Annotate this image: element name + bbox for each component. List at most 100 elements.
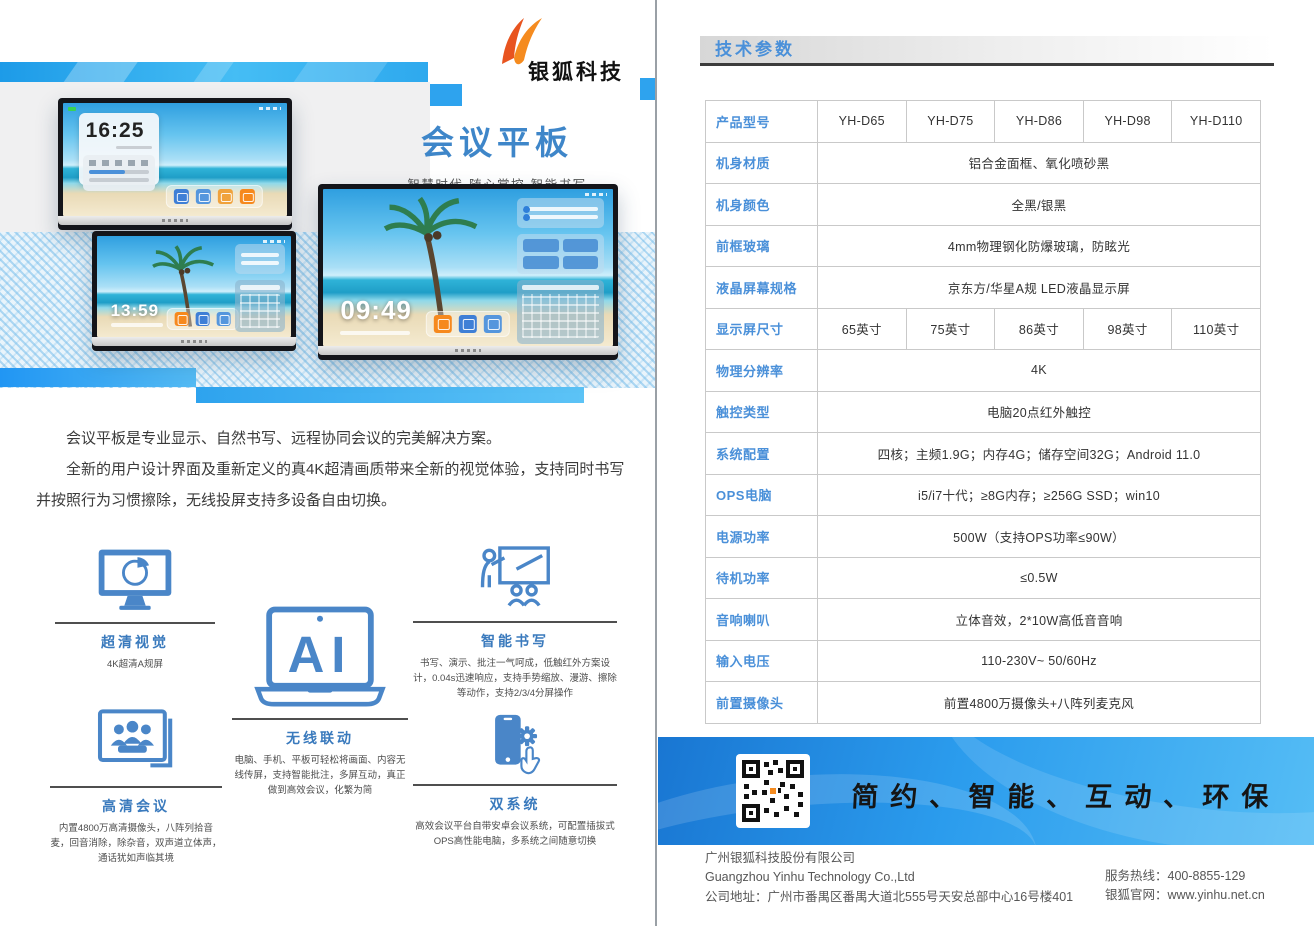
presenter-icon bbox=[413, 545, 617, 613]
panel-screen: 13:59 bbox=[97, 236, 291, 337]
spec-label: 系统配置 bbox=[706, 433, 818, 475]
spec-value: ≤0.5W bbox=[818, 557, 1261, 599]
company-address: 公司地址：广州市番禺区番禺大道北555号天安总部中心16号楼401 bbox=[705, 888, 1085, 907]
laptop-ai-icon: AI bbox=[232, 606, 408, 710]
spec-label: 前框玻璃 bbox=[706, 225, 818, 267]
panel-screen: 16:25 bbox=[63, 103, 287, 216]
qr-code bbox=[736, 754, 810, 828]
feature-hd-meeting: 高清会议 内置4800万高清摄像头，八阵列拾音麦，回音消除，除杂音，双声道立体声… bbox=[50, 706, 222, 867]
spec-value: 全黑/银黑 bbox=[818, 184, 1261, 226]
table-row: 前框玻璃 4mm物理钢化防爆玻璃，防眩光 bbox=[706, 225, 1261, 267]
bottom-blue-band bbox=[196, 387, 584, 403]
monitor-pie-icon bbox=[55, 548, 215, 614]
spec-value: 4mm物理钢化防爆玻璃，防眩光 bbox=[818, 225, 1261, 267]
spec-label: 显示屏尺寸 bbox=[706, 308, 818, 350]
spec-label: 物理分辨率 bbox=[706, 350, 818, 392]
table-row: 机身材质 铝合金面框、氧化喷砂黑 bbox=[706, 142, 1261, 184]
spec-value: 500W（支持OPS功率≤90W） bbox=[818, 516, 1261, 558]
spec-value: 前置4800万摄像头+八阵列麦克风 bbox=[818, 682, 1261, 724]
spec-value: 110英寸 bbox=[1172, 308, 1261, 350]
footer-company-block: 广州银狐科技股份有限公司 Guangzhou Yinhu Technology … bbox=[705, 849, 1085, 907]
spec-value: YH-D75 bbox=[906, 101, 995, 143]
feature-ultra-hd: 超清视觉 4K超清A规屏 bbox=[55, 548, 215, 672]
spec-value: YH-D98 bbox=[1083, 101, 1172, 143]
page-title: 会议平板 bbox=[352, 116, 642, 164]
slogan-banner: 简约、智能、互动、环保 bbox=[658, 737, 1314, 845]
section-header: 技术参数 bbox=[700, 36, 1274, 66]
title-block: 会议平板 智慧时代·随心掌控·智能书写 bbox=[352, 116, 642, 193]
spec-label: 机身材质 bbox=[706, 142, 818, 184]
feature-desc: 书写、演示、批注一气呵成，低触红外方案设计，0.04s迅速响应，支持手势缩放、漫… bbox=[413, 656, 617, 702]
spec-label: 待机功率 bbox=[706, 557, 818, 599]
spec-label: 电源功率 bbox=[706, 516, 818, 558]
table-row: 待机功率 ≤0.5W bbox=[706, 557, 1261, 599]
table-row: 输入电压 110-230V~ 50/60Hz bbox=[706, 640, 1261, 682]
side-widgets bbox=[517, 198, 604, 344]
spec-value: 电脑20点红外触控 bbox=[818, 391, 1261, 433]
feature-title: 高清会议 bbox=[50, 796, 222, 816]
company-name-cn: 广州银狐科技股份有限公司 bbox=[705, 849, 1085, 868]
spec-value: 立体音效，2*10W高低音音响 bbox=[818, 599, 1261, 641]
panel-screen: 09:49 bbox=[323, 189, 613, 346]
top-blue-band bbox=[0, 62, 428, 82]
feature-title: 双系统 bbox=[413, 794, 617, 814]
intro-paragraph-1: 会议平板是专业显示、自然书写、远程协同会议的完美解决方案。 bbox=[36, 424, 638, 455]
panel-speaker-bar bbox=[318, 346, 618, 355]
panel-clock: 09:49 bbox=[340, 295, 412, 326]
toggle-widget bbox=[517, 234, 604, 274]
panel-speaker-bar bbox=[92, 337, 296, 346]
brochure-page: 银狐科技 会议平板 智慧时代·随心掌控·智能书写 16:25 bbox=[0, 0, 1314, 926]
spec-value: 京东方/华星A规 LED液晶显示屏 bbox=[818, 267, 1261, 309]
bottom-blue-band bbox=[0, 368, 196, 387]
calendar-widget bbox=[517, 280, 604, 344]
spec-value: 4K bbox=[818, 350, 1261, 392]
table-row: 音响喇叭 立体音效，2*10W高低音音响 bbox=[706, 599, 1261, 641]
brand-logo: 银狐科技 bbox=[488, 14, 658, 86]
service-hotline: 服务热线：400-8855-129 bbox=[1105, 867, 1285, 886]
table-row: 系统配置 四核；主频1.9G；内存4G；储存空间32G；Android 11.0 bbox=[706, 433, 1261, 475]
right-page: 技术参数 产品型号 YH-D65 YH-D75 YH-D86 YH-D98 YH… bbox=[658, 0, 1314, 926]
product-panel-medium: 13:59 bbox=[92, 231, 296, 351]
panel-clock: 13:59 bbox=[111, 301, 159, 321]
panel-speaker-bar bbox=[58, 216, 292, 225]
logo-text: 银狐科技 bbox=[528, 56, 624, 86]
spec-value: 98英寸 bbox=[1083, 308, 1172, 350]
spec-label: 产品型号 bbox=[706, 101, 818, 143]
video-meeting-icon bbox=[50, 706, 222, 778]
feature-wireless: AI 无线联动 电脑、手机、平板可轻松将画面、内容无线传屏，支持智能批注，多屏互… bbox=[232, 606, 408, 799]
section-title: 技术参数 bbox=[700, 36, 795, 64]
spec-label: 输入电压 bbox=[706, 640, 818, 682]
spec-value: i5/i7十代；≥8G内存；≥256G SSD；win10 bbox=[818, 474, 1261, 516]
spec-value: YH-D110 bbox=[1172, 101, 1261, 143]
table-row: 液晶屏幕规格 京东方/华星A规 LED液晶显示屏 bbox=[706, 267, 1261, 309]
spec-table: 产品型号 YH-D65 YH-D75 YH-D86 YH-D98 YH-D110… bbox=[705, 100, 1261, 724]
feature-dual-system: 双系统 高效会议平台自带安卓会议系统，可配置插拔式OPS高性能电脑，多系统之间随… bbox=[413, 712, 617, 849]
spec-value: 110-230V~ 50/60Hz bbox=[818, 640, 1261, 682]
side-widgets bbox=[235, 244, 285, 332]
app-dock bbox=[167, 308, 239, 330]
spec-value: 四核；主频1.9G；内存4G；储存空间32G；Android 11.0 bbox=[818, 433, 1261, 475]
clock-widget: 16:25 bbox=[79, 113, 160, 185]
spec-value: YH-D86 bbox=[995, 101, 1084, 143]
spec-label: OPS电脑 bbox=[706, 474, 818, 516]
spec-value: 86英寸 bbox=[995, 308, 1084, 350]
intro-text: 会议平板是专业显示、自然书写、远程协同会议的完美解决方案。 全新的用户设计界面及… bbox=[36, 424, 638, 516]
spec-label: 机身颜色 bbox=[706, 184, 818, 226]
spec-value: 65英寸 bbox=[818, 308, 907, 350]
left-page: 银狐科技 会议平板 智慧时代·随心掌控·智能书写 16:25 bbox=[0, 0, 656, 926]
table-row: 机身颜色 全黑/银黑 bbox=[706, 184, 1261, 226]
spec-label: 液晶屏幕规格 bbox=[706, 267, 818, 309]
table-row: 前置摄像头 前置4800万摄像头+八阵列麦克风 bbox=[706, 682, 1261, 724]
feature-title: 智能书写 bbox=[413, 631, 617, 651]
panel-clock: 16:25 bbox=[86, 119, 153, 143]
footer-contact-block: 服务热线：400-8855-129 银狐官网：www.yinhu.net.cn bbox=[1105, 867, 1285, 906]
spec-value: 铝合金面框、氧化喷砂黑 bbox=[818, 142, 1261, 184]
spec-label: 前置摄像头 bbox=[706, 682, 818, 724]
feature-desc: 4K超清A规屏 bbox=[55, 657, 215, 672]
feature-title: 无线联动 bbox=[232, 728, 408, 748]
feature-desc: 电脑、手机、平板可轻松将画面、内容无线传屏，支持智能批注，多屏互动，真正做到高效… bbox=[232, 753, 408, 799]
intro-paragraph-2: 全新的用户设计界面及重新定义的真4K超清画质带来全新的视觉体验，支持同时书写并按… bbox=[36, 455, 638, 517]
website: 银狐官网：www.yinhu.net.cn bbox=[1105, 886, 1285, 905]
spec-label: 触控类型 bbox=[706, 391, 818, 433]
table-row: 显示屏尺寸 65英寸 75英寸 86英寸 98英寸 110英寸 bbox=[706, 308, 1261, 350]
